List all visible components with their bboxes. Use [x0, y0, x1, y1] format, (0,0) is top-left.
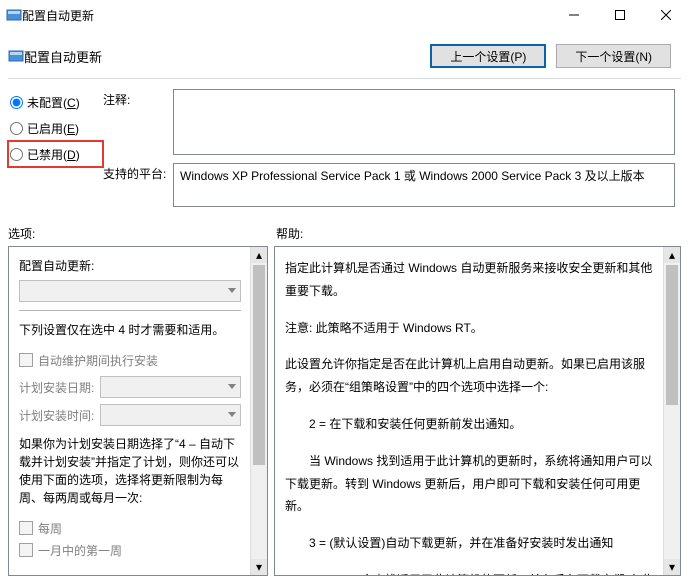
help-scrollbar[interactable]: ▴ ▾ — [663, 247, 680, 575]
sched-date-select[interactable] — [100, 376, 241, 398]
window-title: 配置自动更新 — [22, 7, 551, 24]
sched-date-label: 计划安装日期: — [19, 379, 94, 396]
cb-first-week[interactable]: 一月中的第一周 — [19, 539, 241, 561]
help-text: 注意: 此策略不适用于 Windows RT。 — [285, 317, 654, 340]
options-title: 配置自动更新: — [19, 257, 241, 274]
sched-time-label: 计划安装时间: — [19, 407, 94, 424]
help-text: 指定此计算机是否通过 Windows 自动更新服务来接收安全更新和其他重要下载。 — [285, 257, 654, 303]
help-text: 3 = (默认设置)自动下载更新，并在准备好安装时发出通知 — [285, 532, 654, 555]
next-setting-button[interactable]: 下一个设置(N) — [556, 44, 671, 68]
cb-weekly[interactable]: 每周 — [19, 517, 241, 539]
scroll-down-icon[interactable]: ▾ — [251, 559, 267, 575]
prev-setting-button[interactable]: 上一个设置(P) — [430, 44, 546, 68]
scroll-up-icon[interactable]: ▴ — [251, 247, 267, 263]
cb-maintenance[interactable]: 自动维护期间执行安装 — [19, 349, 241, 371]
help-text: 当 Windows 找到适用于此计算机的更新时，系统将通知用户可以下载更新。转到… — [285, 450, 654, 518]
help-text: 2 = 在下载和安装任何更新前发出通知。 — [285, 413, 654, 436]
help-text: Windows 会查找适用于此计算机的更新，并在后台下载它们(在此过程中，用户不… — [285, 569, 654, 575]
platform-field: Windows XP Professional Service Pack 1 或… — [173, 163, 675, 207]
page-title: 配置自动更新 — [24, 47, 430, 66]
app-icon — [6, 7, 22, 23]
options-pane: 配置自动更新: 下列设置仅在选中 4 时才需要和适用。 自动维护期间执行安装 计… — [8, 246, 268, 576]
comment-field[interactable] — [173, 89, 675, 155]
radio-disabled[interactable]: 已禁用(D) — [8, 141, 103, 167]
sched-time-select[interactable] — [100, 404, 241, 426]
close-button[interactable] — [643, 0, 689, 30]
comment-label: 注释: — [103, 89, 173, 155]
options-label: 选项: — [8, 225, 276, 242]
scroll-thumb[interactable] — [253, 265, 265, 465]
options-para: 如果你为计划安装日期选择了“4 – 自动下载并计划安装”并指定了计划，则你还可以… — [19, 435, 241, 507]
scroll-thumb[interactable] — [666, 265, 678, 405]
radio-enabled[interactable]: 已启用(E) — [8, 115, 103, 141]
scroll-up-icon[interactable]: ▴ — [664, 247, 680, 263]
options-scrollbar[interactable]: ▴ ▾ — [250, 247, 267, 575]
help-pane: 指定此计算机是否通过 Windows 自动更新服务来接收安全更新和其他重要下载。… — [274, 246, 681, 576]
maximize-button[interactable] — [597, 0, 643, 30]
scroll-down-icon[interactable]: ▾ — [664, 559, 680, 575]
policy-icon — [8, 48, 24, 64]
help-label: 帮助: — [276, 225, 303, 242]
config-select[interactable] — [19, 280, 241, 302]
radio-not-configured[interactable]: 未配置(C) — [8, 89, 103, 115]
help-text: 此设置允许你指定是否在此计算机上启用自动更新。如果已启用该服务，必须在“组策略设… — [285, 353, 654, 399]
minimize-button[interactable] — [551, 0, 597, 30]
options-note: 下列设置仅在选中 4 时才需要和适用。 — [19, 321, 241, 339]
platform-label: 支持的平台: — [103, 163, 173, 207]
